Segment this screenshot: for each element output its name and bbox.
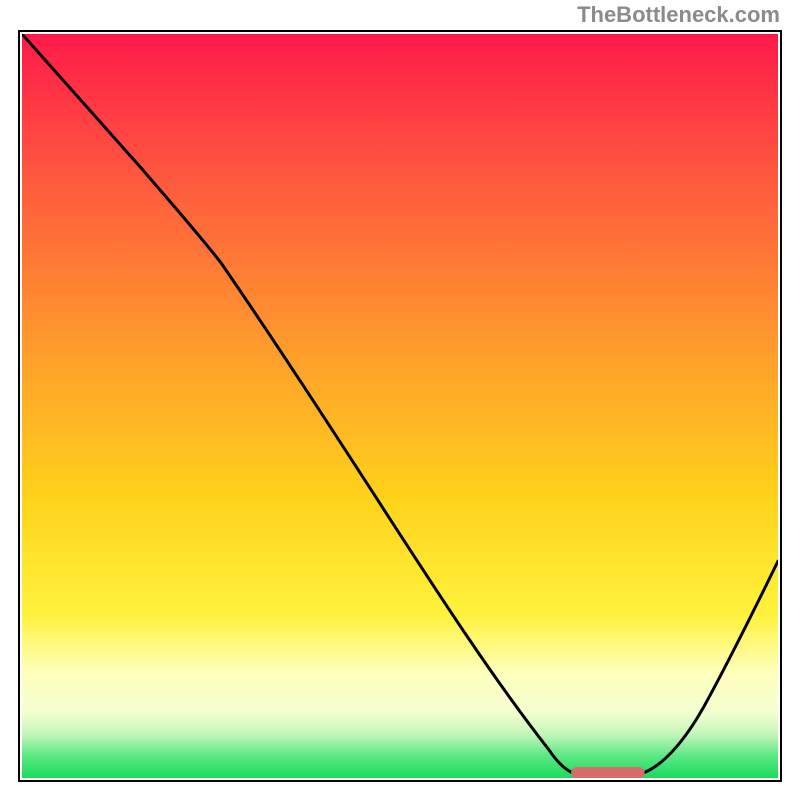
chart-background [22,34,778,778]
chart-plot-area [22,34,778,778]
watermark-text: TheBottleneck.com [577,4,780,26]
chart-svg [22,34,778,778]
chart-frame [18,30,782,782]
chart-marker [571,767,645,778]
